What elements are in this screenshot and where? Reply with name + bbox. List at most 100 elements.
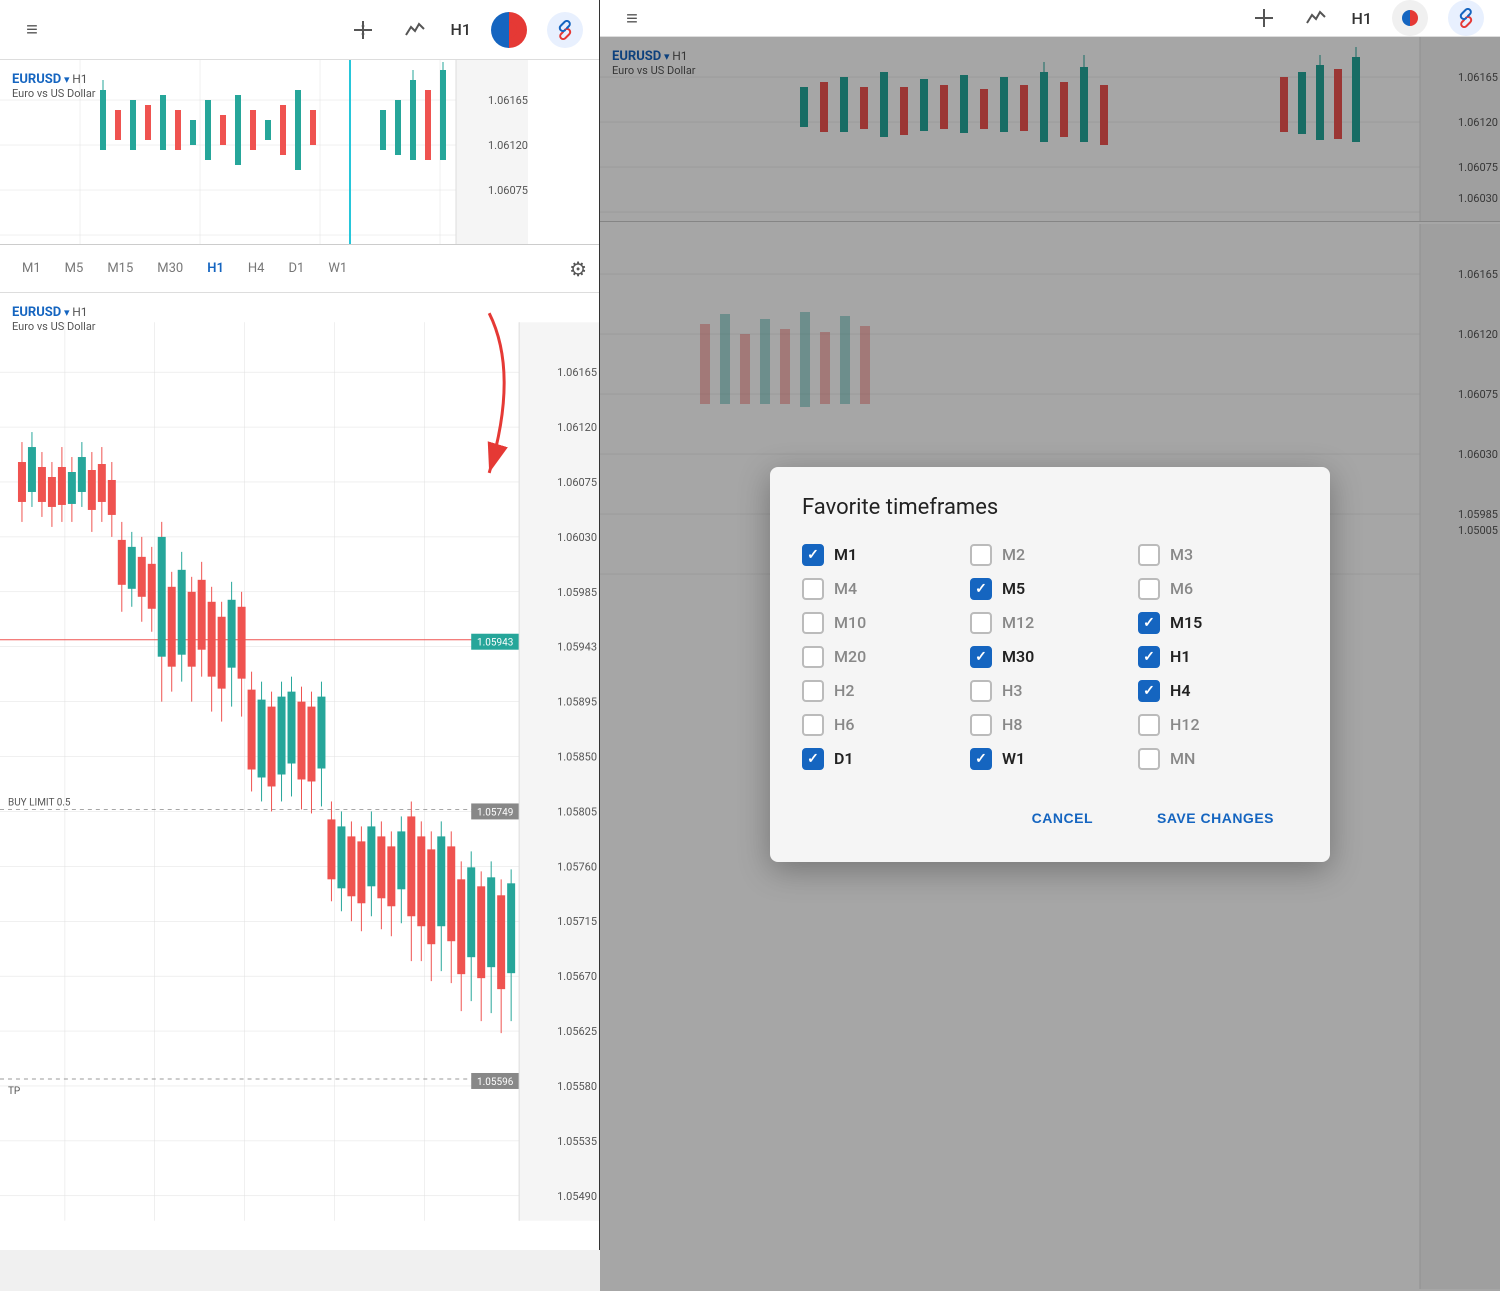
tf-w1[interactable]: W1	[318, 255, 357, 282]
tf-label-w1: W1	[1002, 749, 1025, 768]
tf-checkbox-m3[interactable]	[1138, 544, 1160, 566]
tf-option-m1[interactable]: M1	[802, 544, 962, 566]
tf-checkbox-h2[interactable]	[802, 680, 824, 702]
tf-option-h1[interactable]: H1	[1138, 646, 1298, 668]
tf-checkbox-h6[interactable]	[802, 714, 824, 736]
right-timeframe-btn[interactable]: H1	[1352, 9, 1372, 28]
tf-checkbox-m15[interactable]	[1138, 612, 1160, 634]
tf-option-h2[interactable]: H2	[802, 680, 962, 702]
tf-option-m5[interactable]: M5	[970, 578, 1130, 600]
tf-checkbox-m12[interactable]	[970, 612, 992, 634]
tf-h4[interactable]: H4	[238, 255, 275, 282]
tf-checkbox-h1[interactable]	[1138, 646, 1160, 668]
left-main-chart: EURUSD ▾ H1 Euro vs US Dollar	[0, 293, 599, 1250]
svg-text:1.06030: 1.06030	[557, 531, 597, 544]
tf-option-d1[interactable]: D1	[802, 748, 962, 770]
tf-label-m2: M2	[1002, 545, 1025, 564]
svg-text:1.06075: 1.06075	[488, 184, 528, 197]
left-indicator-icon[interactable]	[399, 14, 431, 46]
tf-checkbox-h12[interactable]	[1138, 714, 1160, 736]
left-main-symbol: EURUSD ▾ H1 Euro vs US Dollar	[12, 301, 96, 333]
right-link-btn[interactable]	[1448, 0, 1484, 36]
tf-option-h4[interactable]: H4	[1138, 680, 1298, 702]
dialog-title: Favorite timeframes	[802, 495, 1298, 520]
tf-label-mn: MN	[1170, 749, 1195, 768]
tf-checkbox-m2[interactable]	[970, 544, 992, 566]
svg-text:1.05535: 1.05535	[557, 1135, 597, 1148]
tf-label-h4: H4	[1170, 681, 1190, 700]
tf-option-m2[interactable]: M2	[970, 544, 1130, 566]
tf-label-h1: H1	[1170, 647, 1190, 666]
tf-d1[interactable]: D1	[278, 255, 314, 282]
tf-label-m3: M3	[1170, 545, 1193, 564]
svg-text:1.06165: 1.06165	[488, 94, 528, 107]
tf-option-m30[interactable]: M30	[970, 646, 1130, 668]
left-menu-icon[interactable]: ≡	[16, 14, 48, 46]
dialog-overlay: Favorite timeframes M1 M2 M3	[600, 37, 1500, 1291]
svg-text:1.05850: 1.05850	[557, 751, 597, 764]
tf-option-h8[interactable]: H8	[970, 714, 1130, 736]
left-toolbar: ≡ H1	[0, 0, 599, 60]
tf-option-w1[interactable]: W1	[970, 748, 1130, 770]
left-theme-btn[interactable]	[491, 12, 527, 48]
tf-option-m4[interactable]: M4	[802, 578, 962, 600]
tf-checkbox-m10[interactable]	[802, 612, 824, 634]
tf-checkbox-w1[interactable]	[970, 748, 992, 770]
tf-checkbox-d1[interactable]	[802, 748, 824, 770]
left-mini-chart: EURUSD ▾ H1 Euro vs US Dollar	[0, 60, 599, 245]
tf-option-mn[interactable]: MN	[1138, 748, 1298, 770]
tf-m5[interactable]: M5	[55, 255, 94, 282]
tf-checkbox-m1[interactable]	[802, 544, 824, 566]
tf-checkbox-m6[interactable]	[1138, 578, 1160, 600]
tf-label-h8: H8	[1002, 715, 1022, 734]
tf-label-m30: M30	[1002, 647, 1034, 666]
left-panel: ≡ H1	[0, 0, 600, 1250]
svg-text:1.05749: 1.05749	[477, 807, 513, 818]
left-timeframe-btn[interactable]: H1	[451, 20, 471, 39]
right-chart-container: EURUSD ▾ H1 Euro vs US Dollar	[600, 37, 1500, 1291]
tf-checkbox-m5[interactable]	[970, 578, 992, 600]
tf-gear-icon[interactable]: ⚙	[569, 257, 587, 281]
right-menu-icon[interactable]: ≡	[616, 2, 648, 34]
tf-label-h3: H3	[1002, 681, 1022, 700]
tf-label-h2: H2	[834, 681, 854, 700]
svg-text:1.06120: 1.06120	[488, 139, 528, 152]
tf-m15[interactable]: M15	[97, 255, 143, 282]
tf-checkbox-m30[interactable]	[970, 646, 992, 668]
tf-checkbox-m20[interactable]	[802, 646, 824, 668]
tf-option-h12[interactable]: H12	[1138, 714, 1298, 736]
tf-option-h6[interactable]: H6	[802, 714, 962, 736]
tf-label-h12: H12	[1170, 715, 1200, 734]
tf-option-m6[interactable]: M6	[1138, 578, 1298, 600]
left-link-btn[interactable]	[547, 12, 583, 48]
tf-label-m20: M20	[834, 647, 866, 666]
svg-text:1.05670: 1.05670	[557, 970, 597, 983]
tf-option-m20[interactable]: M20	[802, 646, 962, 668]
tf-label-m5: M5	[1002, 579, 1025, 598]
tf-checkbox-m4[interactable]	[802, 578, 824, 600]
tf-m1[interactable]: M1	[12, 255, 51, 282]
tf-option-h3[interactable]: H3	[970, 680, 1130, 702]
svg-text:1.05760: 1.05760	[557, 860, 597, 873]
svg-text:TP: TP	[8, 1086, 20, 1097]
tf-checkbox-mn[interactable]	[1138, 748, 1160, 770]
cancel-button[interactable]: CANCEL	[1008, 798, 1117, 838]
tf-checkbox-h4[interactable]	[1138, 680, 1160, 702]
right-indicator-icon[interactable]	[1300, 2, 1332, 34]
tf-h1[interactable]: H1	[197, 255, 234, 282]
tf-option-m3[interactable]: M3	[1138, 544, 1298, 566]
right-crosshair-icon[interactable]	[1248, 2, 1280, 34]
tf-option-m15[interactable]: M15	[1138, 612, 1298, 634]
save-changes-button[interactable]: SAVE CHANGES	[1133, 798, 1298, 838]
svg-text:1.05895: 1.05895	[557, 696, 597, 709]
tf-option-m12[interactable]: M12	[970, 612, 1130, 634]
svg-text:1.05715: 1.05715	[557, 915, 597, 928]
left-crosshair-icon[interactable]	[347, 14, 379, 46]
tf-label-m6: M6	[1170, 579, 1193, 598]
tf-checkbox-h3[interactable]	[970, 680, 992, 702]
tf-checkbox-h8[interactable]	[970, 714, 992, 736]
right-theme-btn[interactable]	[1392, 0, 1428, 36]
tf-option-m10[interactable]: M10	[802, 612, 962, 634]
tf-label-h6: H6	[834, 715, 854, 734]
tf-m30[interactable]: M30	[147, 255, 193, 282]
